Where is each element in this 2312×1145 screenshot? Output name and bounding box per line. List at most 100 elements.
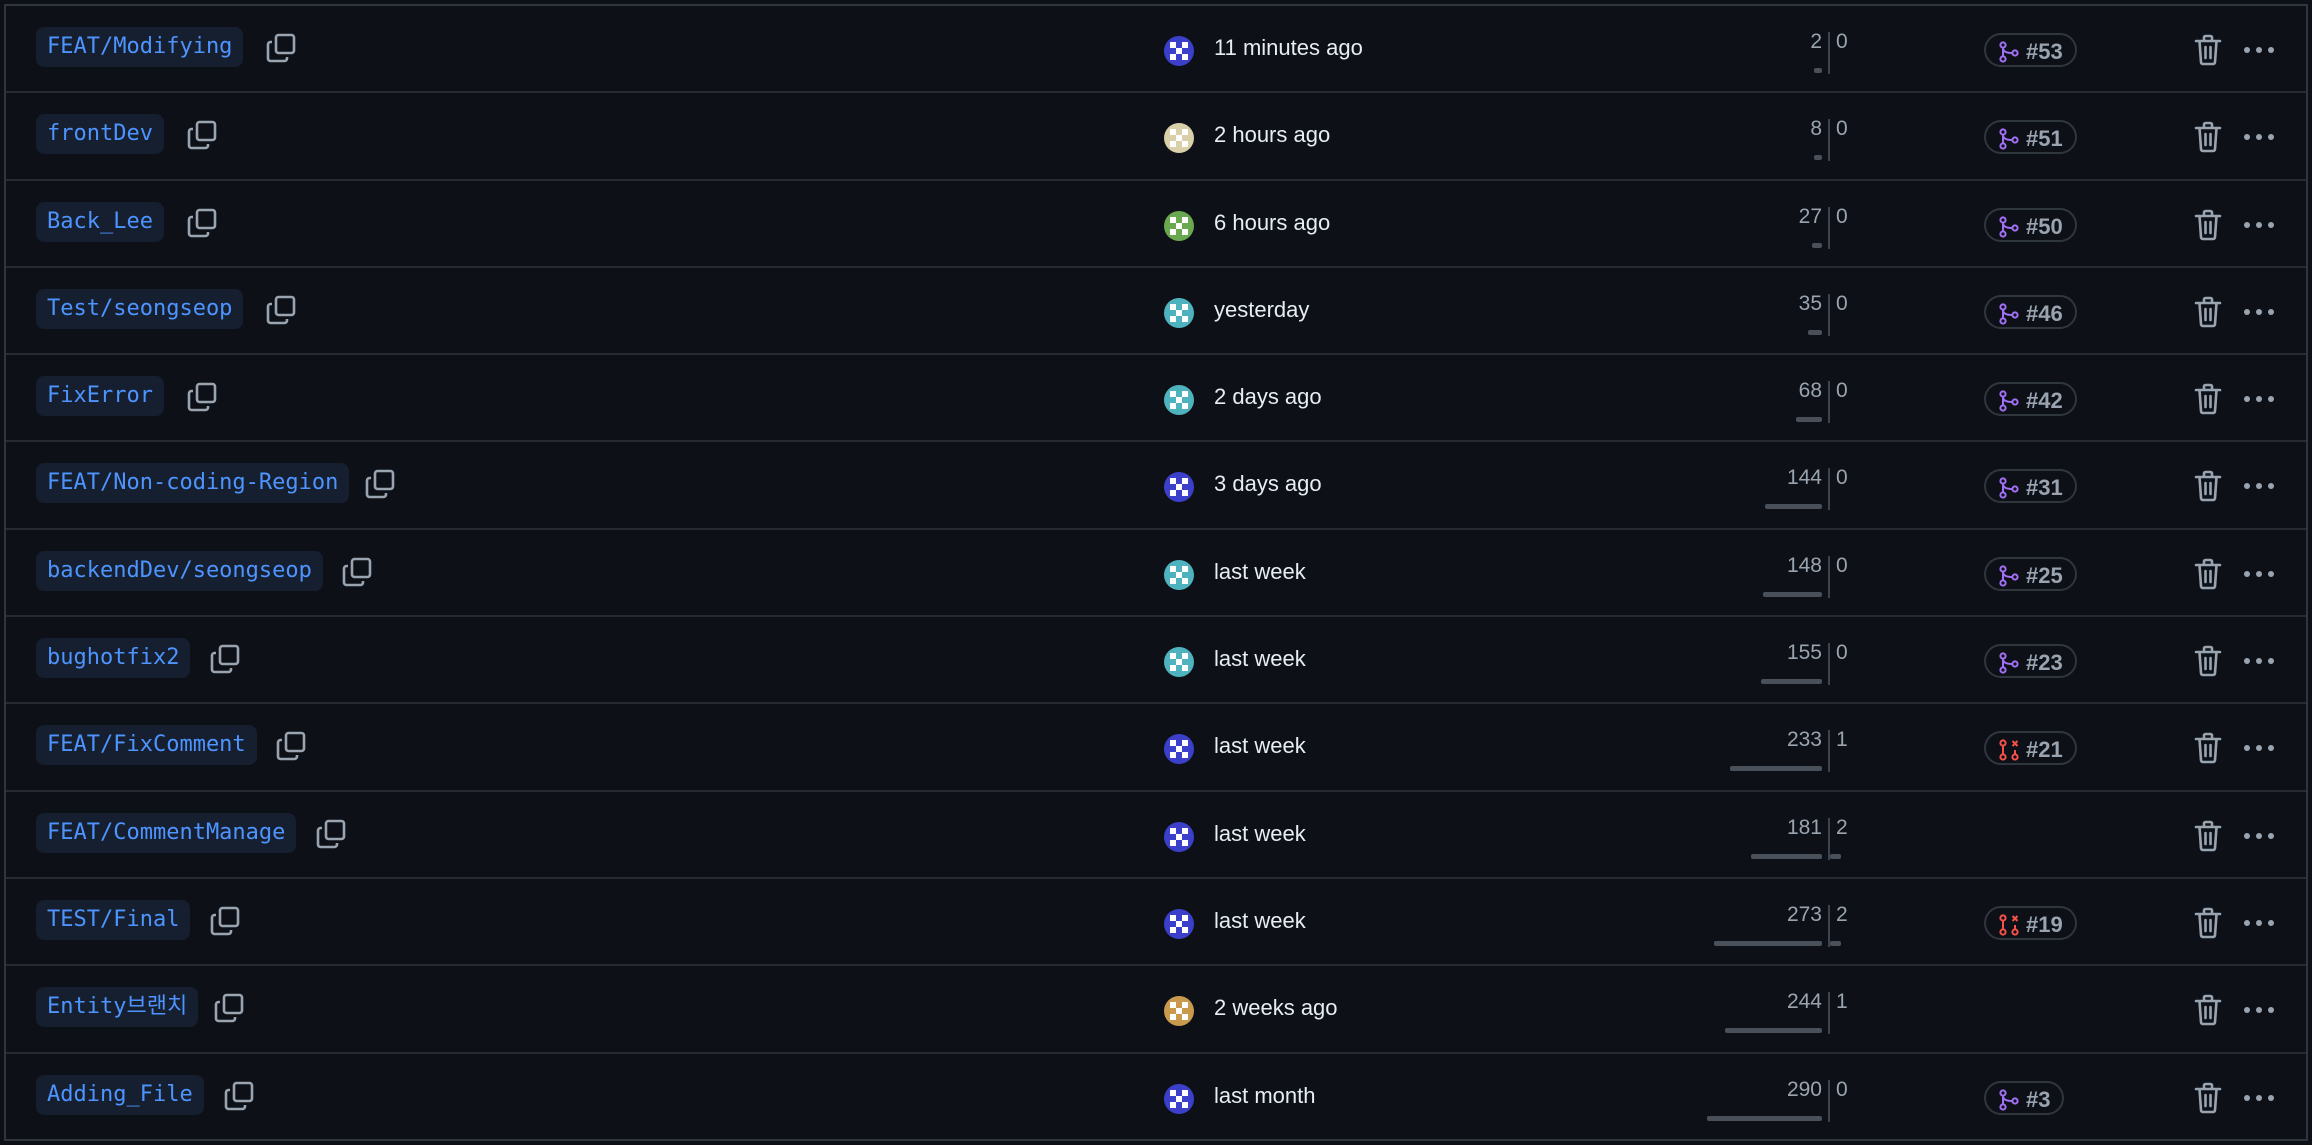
avatar[interactable] xyxy=(1164,472,1194,503)
kebab-horizontal-icon[interactable] xyxy=(2242,385,2276,413)
trash-icon[interactable] xyxy=(2194,558,2222,590)
kebab-horizontal-icon[interactable] xyxy=(2242,822,2276,850)
kebab-horizontal-icon[interactable] xyxy=(2242,36,2276,64)
trash-icon[interactable] xyxy=(2194,645,2222,677)
avatar[interactable] xyxy=(1164,908,1194,939)
ahead-behind-divider xyxy=(1828,119,1830,162)
trash-icon[interactable] xyxy=(2194,470,2222,502)
ahead-bar xyxy=(1830,940,1842,946)
kebab-horizontal-icon[interactable] xyxy=(2242,472,2276,500)
branches-table: FEAT/Modifying 11 minutes ago 2 0 #53 frontDe… xyxy=(4,4,2308,1141)
trash-icon[interactable] xyxy=(2194,121,2222,153)
branch-name-link[interactable]: frontDev xyxy=(36,114,164,155)
table-row: FEAT/Modifying 11 minutes ago 2 0 #53 xyxy=(6,6,2306,94)
branch-name-link[interactable]: FEAT/FixComment xyxy=(36,725,257,766)
behind-bar xyxy=(1814,68,1822,73)
trash-icon[interactable] xyxy=(2194,1082,2222,1114)
behind-bar xyxy=(1761,679,1822,685)
kebab-horizontal-icon[interactable] xyxy=(2242,734,2276,762)
pull-request-badge[interactable]: #21 xyxy=(1984,731,2077,766)
pull-request-badge[interactable]: #25 xyxy=(1984,556,2077,591)
kebab-horizontal-icon[interactable] xyxy=(2242,123,2276,151)
pull-request-badge[interactable]: #51 xyxy=(1984,120,2077,155)
behind-bar xyxy=(1730,766,1822,772)
copy-icon[interactable] xyxy=(223,1080,255,1112)
pull-request-badge[interactable]: #46 xyxy=(1984,294,2077,329)
pull-request-number: #53 xyxy=(2026,39,2063,64)
copy-icon[interactable] xyxy=(315,818,347,850)
table-row: Entity브랜치 2 weeks ago 244 1 xyxy=(6,966,2306,1054)
trash-icon[interactable] xyxy=(2194,296,2222,328)
ahead-behind-divider xyxy=(1828,468,1830,511)
trash-icon[interactable] xyxy=(2194,994,2222,1026)
pull-request-badge[interactable]: #31 xyxy=(1984,469,2077,504)
branch-name-link[interactable]: Adding_File xyxy=(36,1074,204,1115)
pull-request-badge[interactable]: #3 xyxy=(1984,1080,2065,1115)
avatar[interactable] xyxy=(1164,559,1194,590)
updated-time: last week xyxy=(1214,733,1306,759)
trash-icon[interactable] xyxy=(2194,732,2222,764)
git-merge-icon xyxy=(1999,128,2019,150)
avatar[interactable] xyxy=(1164,647,1194,678)
ahead-count: 0 xyxy=(1836,291,1848,315)
trash-icon[interactable] xyxy=(2194,209,2222,241)
table-row: Test/seongseop yesterday 35 0 #46 xyxy=(6,268,2306,356)
kebab-horizontal-icon[interactable] xyxy=(2242,211,2276,239)
copy-icon[interactable] xyxy=(265,32,297,64)
branch-name-link[interactable]: TEST/Final xyxy=(36,899,191,940)
pull-request-badge[interactable]: #50 xyxy=(1984,207,2077,242)
copy-icon[interactable] xyxy=(364,468,396,500)
branch-name-link[interactable]: Test/seongseop xyxy=(36,288,244,329)
branch-name-link[interactable]: backendDev/seongseop xyxy=(36,550,323,591)
behind-count: 27 xyxy=(1798,204,1822,228)
kebab-horizontal-icon[interactable] xyxy=(2242,996,2276,1024)
behind-bar xyxy=(1764,504,1822,510)
updated-time: 2 weeks ago xyxy=(1214,995,1338,1021)
copy-icon[interactable] xyxy=(275,730,307,762)
copy-icon[interactable] xyxy=(341,556,373,588)
copy-icon[interactable] xyxy=(209,905,241,937)
branch-name-link[interactable]: FEAT/Non-coding-Region xyxy=(36,463,350,504)
behind-bar xyxy=(1811,242,1822,248)
pull-request-badge[interactable]: #23 xyxy=(1984,644,2077,679)
pull-request-badge[interactable]: #19 xyxy=(1984,905,2077,940)
pull-request-badge[interactable]: #42 xyxy=(1984,382,2077,417)
copy-icon[interactable] xyxy=(186,119,218,151)
kebab-horizontal-icon[interactable] xyxy=(2242,647,2276,675)
trash-icon[interactable] xyxy=(2194,34,2222,66)
avatar[interactable] xyxy=(1164,36,1194,66)
kebab-horizontal-icon[interactable] xyxy=(2242,1084,2276,1112)
avatar[interactable] xyxy=(1164,996,1194,1027)
behind-count: 68 xyxy=(1798,379,1822,403)
branch-name-link[interactable]: Entity브랜치 xyxy=(36,987,199,1028)
branch-name-link[interactable]: FEAT/Modifying xyxy=(36,27,244,67)
avatar[interactable] xyxy=(1164,210,1194,241)
copy-icon[interactable] xyxy=(209,643,241,675)
copy-icon[interactable] xyxy=(213,992,245,1024)
branch-name-link[interactable]: FixError xyxy=(36,376,164,417)
copy-icon[interactable] xyxy=(186,207,218,239)
git-merge-icon xyxy=(1999,652,2019,674)
copy-icon[interactable] xyxy=(186,381,218,413)
avatar[interactable] xyxy=(1164,1083,1194,1114)
kebab-horizontal-icon[interactable] xyxy=(2242,298,2276,326)
table-row: FEAT/CommentManage last week 181 2 xyxy=(6,792,2306,879)
avatar[interactable] xyxy=(1164,821,1194,852)
avatar[interactable] xyxy=(1164,297,1194,328)
branch-name-link[interactable]: FEAT/CommentManage xyxy=(36,812,297,853)
trash-icon[interactable] xyxy=(2194,383,2222,415)
copy-icon[interactable] xyxy=(265,294,297,326)
trash-icon[interactable] xyxy=(2194,820,2222,852)
pull-request-number: #25 xyxy=(2026,562,2063,588)
behind-bar xyxy=(1750,853,1822,859)
branch-name-link[interactable]: Back_Lee xyxy=(36,201,164,242)
kebab-horizontal-icon[interactable] xyxy=(2242,560,2276,588)
kebab-horizontal-icon[interactable] xyxy=(2242,909,2276,937)
avatar[interactable] xyxy=(1164,734,1194,765)
trash-icon[interactable] xyxy=(2194,907,2222,939)
avatar[interactable] xyxy=(1164,385,1194,416)
pull-request-number: #51 xyxy=(2026,126,2063,152)
avatar[interactable] xyxy=(1164,123,1194,154)
pull-request-badge[interactable]: #53 xyxy=(1984,33,2077,67)
branch-name-link[interactable]: bughotfix2 xyxy=(36,638,191,679)
